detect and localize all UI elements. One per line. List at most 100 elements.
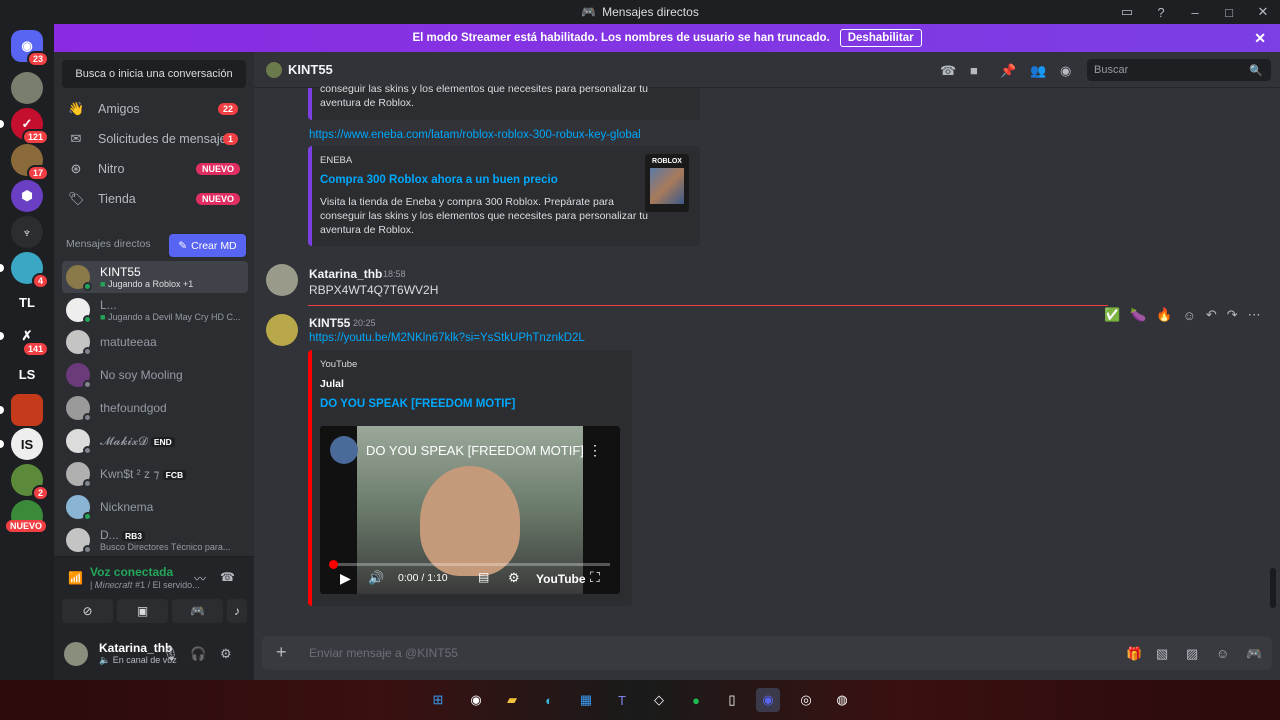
avatar[interactable] <box>266 264 298 296</box>
eggplant-reaction-icon[interactable]: 🍆 <box>1130 307 1146 323</box>
progress-dot[interactable] <box>329 560 338 569</box>
youtube-video-player[interactable]: DO YOU SPEAK [FREEDOM MOTIF] ⋮ ▶ 🔊 0:00 … <box>320 426 620 594</box>
message-input[interactable]: Enviar mensaje a @KINT55 <box>309 646 458 660</box>
unity-icon[interactable]: ◇ <box>647 688 671 712</box>
server-2[interactable]: ✓ 121 <box>11 108 49 145</box>
gift-icon[interactable]: 🎁 <box>1126 646 1142 662</box>
home-button[interactable]: ◉ 23 <box>11 30 49 67</box>
video-call-icon[interactable]: ■ <box>970 63 978 78</box>
server-4[interactable]: ⬢ <box>11 180 43 212</box>
fullscreen-icon[interactable]: ⛶ <box>590 569 600 586</box>
attach-plus-icon[interactable]: + <box>276 642 287 663</box>
server-9[interactable]: IS <box>11 428 43 460</box>
voice-status[interactable]: Voz conectada <box>90 565 173 579</box>
message-author[interactable]: KINT55 <box>309 316 350 330</box>
server-3[interactable]: 17 <box>11 144 49 181</box>
search-conversation-button[interactable]: Busca o inicia una conversación <box>62 60 246 88</box>
avatar[interactable] <box>266 314 298 346</box>
voice-server[interactable]: | 𝑀𝑖𝑛𝑒𝑐𝑟𝑎𝑓𝑡 #1 / El servido... <box>90 580 200 591</box>
dm-item-makixd[interactable]: 𝓜𝓪𝓴𝓲𝔁𝓓 END <box>62 425 248 457</box>
captions-icon[interactable]: ▤ <box>478 570 489 584</box>
close-banner-icon[interactable]: ✕ <box>1254 30 1266 47</box>
call-icon[interactable]: ☎ <box>940 63 956 79</box>
minimize-button[interactable]: – <box>1178 5 1212 20</box>
server-10[interactable]: 2 <box>11 464 49 501</box>
teams-icon[interactable]: T <box>610 688 634 712</box>
headphones-icon[interactable]: 🎧 <box>190 646 206 662</box>
progress-bar[interactable] <box>332 563 610 566</box>
file-explorer-icon[interactable]: ▰ <box>500 688 524 712</box>
embed-title[interactable]: Compra 300 Roblox ahora a un buen precio <box>320 174 558 186</box>
dm-item-kwnst[interactable]: Kwn$t ² z ⁊ FCB <box>62 458 248 490</box>
store-icon[interactable]: ▦ <box>574 688 598 712</box>
disconnect-icon[interactable]: ☎ <box>220 570 235 584</box>
emoji-icon[interactable]: ☺ <box>1216 646 1229 661</box>
server-6[interactable]: 4 <box>11 252 49 289</box>
screen-share-button[interactable]: ▣ <box>117 599 168 623</box>
nav-nitro[interactable]: ⊛ Nitro NUEVO <box>62 154 246 184</box>
start-icon[interactable]: ⊞ <box>426 688 450 712</box>
reply-icon[interactable]: ↶ <box>1206 307 1217 323</box>
dm-item-2[interactable]: L... ■ Jugando a Devil May Cry HD C... <box>62 294 248 326</box>
fire-reaction-icon[interactable]: 🔥 <box>1156 307 1172 323</box>
message-link[interactable]: https://www.eneba.com/latam/roblox-roblo… <box>309 129 641 141</box>
microphone-icon[interactable]: 🎙 <box>162 646 179 662</box>
add-reaction-icon[interactable]: ☺ <box>1183 308 1196 323</box>
message-author[interactable]: Katarina_thb <box>309 267 382 281</box>
apps-icon[interactable]: 🎮 <box>1246 646 1262 662</box>
dm-item-no-soy-mooling[interactable]: No soy Mooling <box>62 359 248 391</box>
settings-icon[interactable]: ⚙ <box>220 646 232 662</box>
chat-scrollbar[interactable] <box>1270 568 1276 608</box>
inbox-icon[interactable]: ▭ <box>1110 4 1144 20</box>
gif-icon[interactable]: ▧ <box>1156 646 1168 662</box>
dm-item-d[interactable]: D... RB3 Busco Directores Técnico para... <box>62 524 248 556</box>
more-icon[interactable]: ⋯ <box>1248 307 1261 323</box>
dm-item-matuteeaa[interactable]: matuteeaa <box>62 326 248 358</box>
server-8[interactable] <box>11 394 43 426</box>
add-friend-icon[interactable]: 👥 <box>1030 63 1046 79</box>
sticker-icon[interactable]: ▨ <box>1186 646 1198 662</box>
user-profile-icon[interactable]: ◉ <box>1060 63 1071 79</box>
forward-icon[interactable]: ↷ <box>1227 307 1238 323</box>
create-dm-button[interactable]: ✎ Crear MD <box>169 234 246 257</box>
epic-icon[interactable]: ▯ <box>720 688 744 712</box>
youtube-link[interactable]: https://youtu.be/M2NKln67klk?si=YsStkUPh… <box>309 332 585 344</box>
embed-thumbnail[interactable]: ROBLOX <box>645 154 689 212</box>
disable-button[interactable]: Deshabilitar <box>839 29 922 47</box>
volume-icon[interactable]: 🔊 <box>368 570 384 586</box>
obs-icon[interactable]: ◍ <box>830 688 854 712</box>
user-avatar[interactable] <box>64 642 88 666</box>
server-tl[interactable]: TL <box>11 286 43 318</box>
server-ls[interactable]: LS <box>11 358 43 390</box>
nav-shop[interactable]: 🏷 Tienda NUEVO <box>62 184 246 214</box>
edge-icon[interactable]: ◐ <box>537 688 561 712</box>
youtube-logo[interactable]: YouTube <box>536 572 586 586</box>
nav-friends[interactable]: 👋 Amigos 22 <box>62 94 246 124</box>
spotify-icon[interactable]: ● <box>684 688 708 712</box>
play-icon[interactable]: ▶ <box>340 570 351 587</box>
maximize-button[interactable]: □ <box>1212 5 1246 20</box>
embed-title[interactable]: DO YOU SPEAK [FREEDOM MOTIF] <box>320 398 515 410</box>
nav-message-requests[interactable]: ✉ Solicitudes de mensajes 1 <box>62 124 246 154</box>
chrome-icon[interactable]: ◉ <box>464 688 488 712</box>
server-5[interactable]: ♆ <box>11 216 43 248</box>
close-window-button[interactable]: ✕ <box>1246 4 1280 20</box>
help-icon[interactable]: ? <box>1144 5 1178 20</box>
video-off-button[interactable]: ⊘ <box>62 599 113 623</box>
server-1[interactable] <box>11 72 43 104</box>
dm-item-thefoundgod[interactable]: thefoundgod <box>62 392 248 424</box>
server-7[interactable]: ✗ 141 <box>11 320 49 357</box>
steam-icon[interactable]: ◎ <box>794 688 818 712</box>
dm-item-kint55[interactable]: KINT55 ■ Jugando a Roblox +1 <box>62 261 248 293</box>
dm-item-nicknema[interactable]: Nicknema <box>62 491 248 523</box>
activities-button[interactable]: 🎮 <box>172 599 223 623</box>
search-input[interactable]: Buscar 🔍 <box>1087 59 1271 81</box>
check-reaction-icon[interactable]: ✅ <box>1104 307 1120 323</box>
pin-icon[interactable]: 📌 <box>1000 63 1016 79</box>
video-menu-icon[interactable]: ⋮ <box>588 442 602 459</box>
soundboard-button[interactable]: ♪ <box>227 599 247 623</box>
noise-suppression-icon[interactable]: 〰 <box>194 570 206 587</box>
discord-taskbar-icon[interactable]: ◉ <box>756 688 780 712</box>
settings-icon[interactable]: ⚙ <box>508 570 520 586</box>
embed-author[interactable]: Julal <box>320 378 344 390</box>
